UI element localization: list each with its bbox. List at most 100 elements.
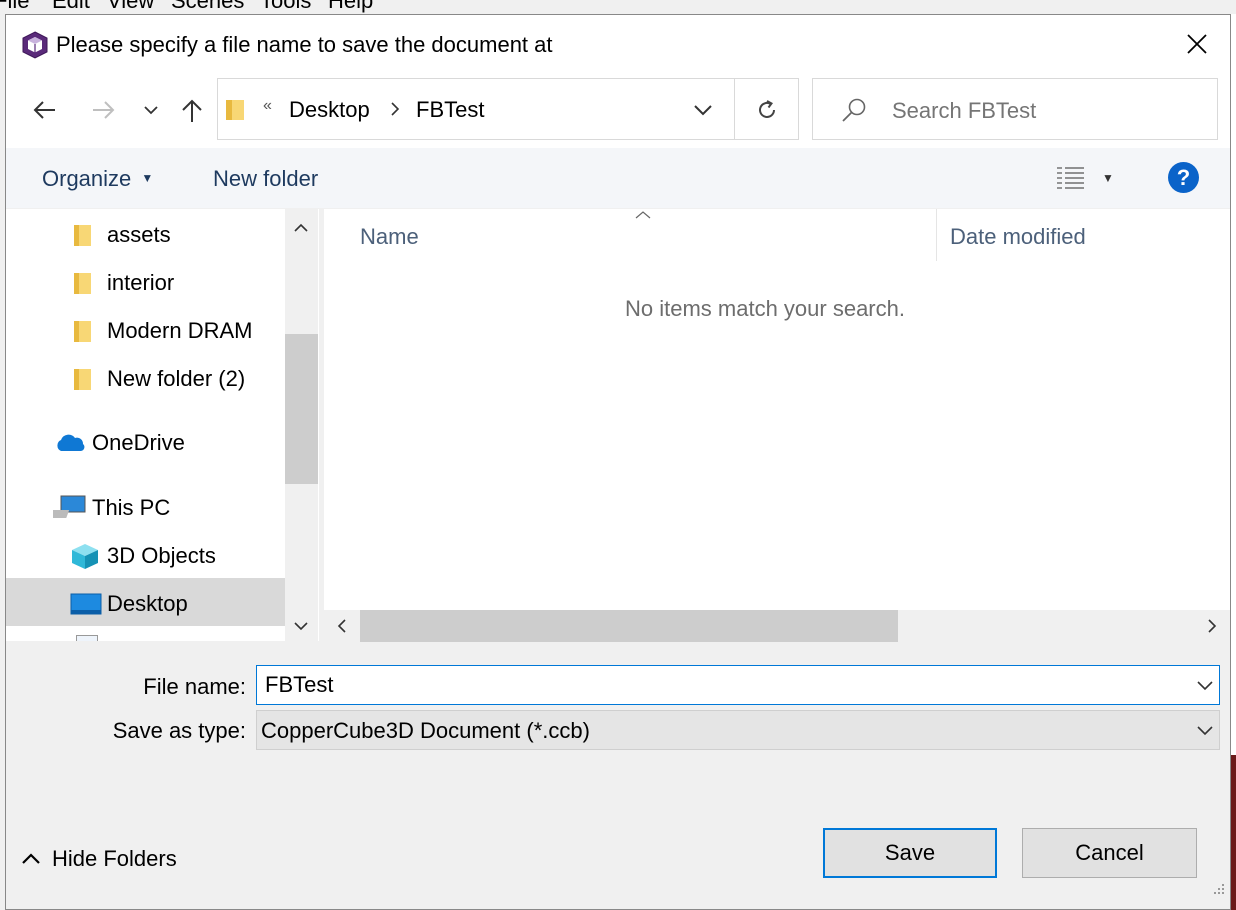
column-header-date-modified[interactable]: Date modified	[950, 224, 1086, 250]
horizontal-scrollbar-thumb[interactable]	[360, 610, 898, 642]
3d-objects-icon	[72, 544, 98, 569]
resize-grip-icon[interactable]	[1208, 880, 1226, 903]
onedrive-icon	[57, 434, 85, 451]
dropdown-triangle-icon: ▼	[1102, 171, 1114, 185]
dialog-title: Please specify a file name to save the d…	[56, 32, 553, 57]
nav-item-modern-dram[interactable]: Modern DRAM	[72, 307, 252, 355]
folder-icon	[74, 321, 91, 342]
change-view-button[interactable]: ▼	[1056, 164, 1118, 192]
menu-scenes[interactable]: Scenes	[171, 0, 244, 14]
up-button[interactable]	[178, 94, 206, 128]
chevron-down-icon	[694, 105, 712, 116]
nav-item-label: This PC	[92, 495, 171, 520]
menu-view[interactable]: View	[107, 0, 154, 14]
menu-edit[interactable]: Edit	[52, 0, 90, 14]
nav-item-3d-objects[interactable]: 3D Objects	[70, 532, 216, 580]
nav-item-label: New folder (2)	[107, 366, 246, 391]
address-overflow[interactable]: «	[263, 97, 272, 115]
column-divider[interactable]	[936, 209, 937, 261]
close-button[interactable]	[1172, 20, 1222, 68]
nav-item-assets[interactable]: assets	[72, 211, 171, 259]
nav-item-label: assets	[107, 222, 171, 247]
file-name-input[interactable]	[265, 669, 1165, 701]
address-history-button[interactable]	[688, 98, 718, 122]
scroll-right-button[interactable]	[1202, 616, 1222, 636]
hide-folders-label: Hide Folders	[52, 846, 177, 871]
background-menubar: File Edit View Scenes Tools Help	[0, 0, 1236, 14]
save-type-select[interactable]: CopperCube3D Document (*.ccb)	[256, 710, 1220, 750]
nav-item-label: Modern DRAM	[107, 318, 253, 343]
nav-item-interior[interactable]: interior	[72, 259, 174, 307]
nav-item-label: interior	[107, 270, 175, 295]
forward-button[interactable]	[88, 94, 118, 126]
breadcrumb-desktop[interactable]: Desktop	[289, 97, 370, 123]
nav-item-label: OneDrive	[92, 430, 185, 455]
refresh-icon	[759, 100, 775, 118]
new-folder-button[interactable]: New folder	[213, 166, 318, 192]
address-folder-icon	[224, 96, 246, 127]
nav-item-onedrive[interactable]: OneDrive	[53, 419, 185, 467]
save-type-value: CopperCube3D Document (*.ccb)	[261, 718, 590, 743]
organize-button[interactable]: Organize ▼	[42, 166, 153, 192]
coppercube-app-icon	[20, 30, 50, 60]
chevron-right-icon	[1208, 619, 1217, 633]
back-arrow-icon	[33, 101, 55, 119]
scroll-down-button[interactable]	[290, 616, 312, 636]
chevron-down-icon	[1197, 681, 1213, 691]
forward-arrow-icon	[93, 101, 115, 119]
save-button[interactable]: Save	[823, 828, 997, 878]
folder-icon	[74, 273, 91, 294]
search-icon	[840, 96, 868, 129]
nav-item-desktop[interactable]: Desktop	[70, 580, 188, 628]
navigation-pane: assets interior Modern DRAM New folder (…	[6, 209, 319, 641]
breadcrumb-separator-icon[interactable]	[390, 101, 400, 122]
this-pc-icon	[53, 495, 86, 518]
save-type-label: Save as type:	[112, 718, 246, 743]
menu-tools[interactable]: Tools	[260, 0, 311, 14]
back-button[interactable]	[30, 94, 60, 126]
close-icon	[1187, 34, 1207, 54]
chevron-left-icon	[337, 619, 346, 633]
nav-scrollbar-thumb[interactable]	[285, 334, 318, 484]
up-arrow-icon	[182, 99, 202, 122]
chevron-up-icon	[294, 223, 308, 232]
breadcrumb-fbtest[interactable]: FBTest	[416, 97, 484, 123]
menu-help[interactable]: Help	[328, 0, 373, 14]
folder-icon	[74, 369, 91, 390]
desktop-icon	[70, 593, 102, 615]
chevron-up-icon	[22, 853, 40, 864]
cancel-button[interactable]: Cancel	[1022, 828, 1197, 878]
nav-item-label: Desktop	[107, 591, 188, 616]
scroll-left-button[interactable]	[332, 616, 352, 636]
sort-ascending-icon	[635, 207, 651, 225]
scroll-up-button[interactable]	[290, 218, 312, 238]
organize-label: Organize	[42, 166, 132, 191]
recent-locations-button[interactable]	[140, 98, 162, 122]
file-name-dropdown-button[interactable]	[1197, 678, 1213, 696]
help-icon: ?	[1176, 164, 1191, 190]
menu-file[interactable]: File	[0, 0, 29, 14]
folder-icon	[74, 225, 91, 246]
details-view-icon	[1057, 167, 1084, 189]
column-header-name[interactable]: Name	[360, 224, 419, 250]
file-name-combobox[interactable]	[256, 665, 1220, 705]
save-type-dropdown-button[interactable]	[1197, 723, 1213, 741]
nav-item-new-folder-2[interactable]: New folder (2)	[72, 355, 245, 403]
nav-item-label: 3D Objects	[107, 543, 216, 568]
background-app-viewport	[1231, 755, 1236, 910]
partial-nav-item-icon	[76, 635, 98, 641]
help-button[interactable]: ?	[1168, 162, 1199, 193]
hide-folders-button[interactable]: Hide Folders	[22, 846, 177, 872]
chevron-down-icon	[1197, 726, 1213, 736]
dropdown-triangle-icon: ▼	[141, 171, 154, 185]
file-list-pane	[324, 209, 1230, 641]
empty-message: No items match your search.	[625, 296, 905, 321]
command-toolbar	[6, 148, 1230, 208]
refresh-button[interactable]	[748, 92, 786, 128]
chevron-down-icon	[144, 106, 158, 115]
nav-item-this-pc[interactable]: This PC	[53, 484, 170, 532]
search-input[interactable]	[890, 93, 1194, 129]
address-divider	[734, 79, 735, 139]
chevron-down-icon	[294, 622, 308, 631]
file-name-label: File name:	[143, 674, 246, 699]
